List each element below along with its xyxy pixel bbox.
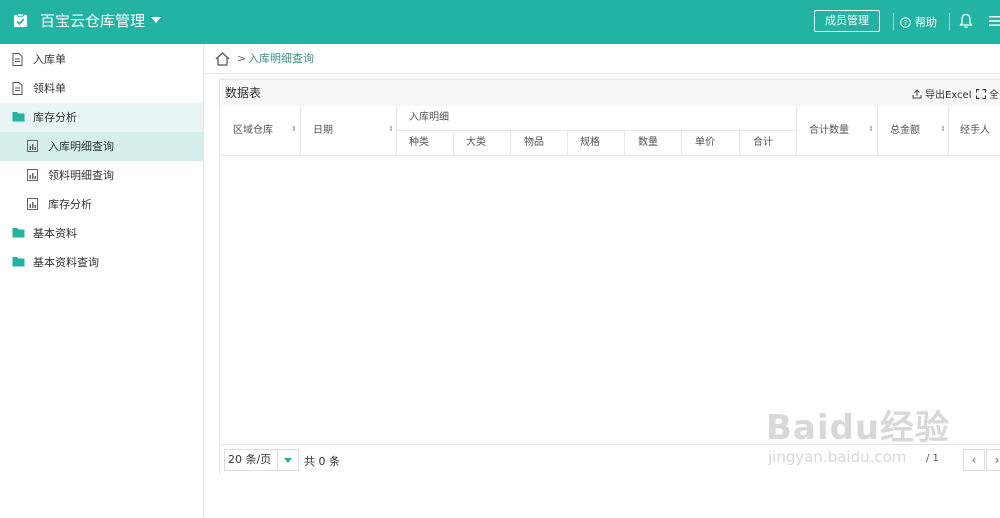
panel-title: 数据表 xyxy=(225,86,262,100)
fullscreen-label: 全 xyxy=(989,90,999,101)
pagination-bar: 20 条/页 共 0 条 / 1 ‹ › xyxy=(220,444,1000,475)
document-icon xyxy=(12,82,23,95)
column-header-date[interactable]: 日期 ⇕ xyxy=(301,106,397,156)
sidebar-item-label: 领料单 xyxy=(33,82,66,95)
page-size-value: 20 条/页 xyxy=(228,453,272,466)
divider xyxy=(893,13,894,30)
folder-icon xyxy=(12,257,25,267)
member-management-button[interactable]: 成员管理 xyxy=(814,10,880,32)
column-header-label: 合计数量 xyxy=(809,125,849,136)
column-header-category[interactable]: 大类 xyxy=(454,131,511,156)
sidebar-item-inventory-analysis-group[interactable]: 库存分析 xyxy=(0,103,203,132)
column-header-label: 种类 xyxy=(409,137,429,148)
fullscreen-button[interactable]: 全 xyxy=(976,86,999,101)
sidebar-item-label: 库存分析 xyxy=(48,198,92,211)
folder-icon xyxy=(12,112,25,122)
svg-text:?: ? xyxy=(904,18,908,27)
sidebar-item-label: 库存分析 xyxy=(33,111,77,124)
column-header-label: 经手人 xyxy=(960,125,990,136)
upload-icon xyxy=(912,88,922,98)
column-header-label: 物品 xyxy=(524,137,544,148)
clipboard-check-icon xyxy=(13,13,28,28)
sidebar-item-label: 基本资料查询 xyxy=(33,256,99,269)
sidebar: 入库单 领料单 库存分析 入库明细查询 领料明细查询 库存分析 基本资料 基本资… xyxy=(0,44,204,518)
breadcrumb-current[interactable]: 入库明细查询 xyxy=(248,52,314,66)
fullscreen-icon xyxy=(976,88,986,99)
chevron-right-icon: > xyxy=(237,52,247,65)
table-header: 区域仓库 ⇕ 日期 ⇕ 入库明细 种类 大类 物品 规格 数量 单价 合计 合计… xyxy=(220,106,1000,156)
column-header-label: 大类 xyxy=(466,137,486,148)
page-size-select[interactable]: 20 条/页 xyxy=(224,449,299,471)
column-header-quantity[interactable]: 数量 xyxy=(625,131,682,156)
column-header-unit-price[interactable]: 单价 xyxy=(682,131,740,156)
sidebar-item-label: 基本资料 xyxy=(33,227,77,240)
column-header-label: 单价 xyxy=(695,137,715,148)
folder-icon xyxy=(12,228,25,238)
total-count: 共 0 条 xyxy=(304,455,340,468)
export-excel-button[interactable]: 导出Excel xyxy=(912,86,972,101)
top-bar: 百宝云仓库管理 成员管理 ? 帮助 xyxy=(0,0,1000,44)
sort-icon[interactable]: ⇕ xyxy=(940,125,946,133)
caret-down-icon[interactable] xyxy=(150,14,162,26)
column-header-label: 区域仓库 xyxy=(233,125,273,136)
column-header-label: 规格 xyxy=(580,137,600,148)
column-header-kind[interactable]: 种类 xyxy=(397,131,454,156)
column-header-label: 日期 xyxy=(313,125,333,136)
report-icon xyxy=(27,198,38,210)
table-body-empty xyxy=(220,156,1000,444)
sort-icon[interactable]: ⇕ xyxy=(868,125,874,133)
column-group-inbound-detail: 入库明细 xyxy=(397,106,797,131)
bell-icon[interactable] xyxy=(959,13,973,29)
data-table-panel: 数据表 导出Excel 全 区域仓库 ⇕ 日期 ⇕ 入库明细 种类 大类 物品 … xyxy=(219,79,1000,475)
breadcrumb: > 入库明细查询 xyxy=(204,44,1000,74)
column-header-handler[interactable]: 经手人 xyxy=(949,106,1000,156)
column-header-label: 合计 xyxy=(753,137,773,148)
sidebar-item-basic-data-query[interactable]: 基本资料查询 xyxy=(0,248,203,277)
report-icon xyxy=(27,140,38,152)
sidebar-item-requisition-order[interactable]: 领料单 xyxy=(0,74,203,103)
column-group-label: 入库明细 xyxy=(409,112,449,123)
sidebar-item-inbound-order[interactable]: 入库单 xyxy=(0,45,203,74)
column-header-total-amount[interactable]: 总金额 ⇕ xyxy=(878,106,949,156)
sidebar-item-label: 领料明细查询 xyxy=(48,169,114,182)
column-header-label: 数量 xyxy=(638,137,658,148)
prev-page-button[interactable]: ‹ xyxy=(963,449,985,471)
help-circle-icon: ? xyxy=(900,16,911,28)
column-header-subtotal[interactable]: 合计 xyxy=(740,131,797,156)
app-title: 百宝云仓库管理 xyxy=(40,12,146,30)
column-header-warehouse[interactable]: 区域仓库 ⇕ xyxy=(220,106,301,156)
document-icon xyxy=(12,53,23,66)
column-header-total-quantity[interactable]: 合计数量 ⇕ xyxy=(797,106,878,156)
sort-icon[interactable]: ⇕ xyxy=(291,125,297,133)
sidebar-item-inventory-analysis[interactable]: 库存分析 xyxy=(0,190,203,219)
sort-icon[interactable]: ⇕ xyxy=(388,125,394,133)
divider xyxy=(949,13,950,30)
sidebar-item-basic-data[interactable]: 基本资料 xyxy=(0,219,203,248)
report-icon xyxy=(27,169,38,181)
sidebar-item-label: 入库明细查询 xyxy=(48,140,114,153)
export-excel-label: 导出Excel xyxy=(925,90,972,101)
home-icon[interactable] xyxy=(215,52,230,66)
menu-icon[interactable] xyxy=(989,15,1000,27)
sidebar-item-inbound-detail-query[interactable]: 入库明细查询 xyxy=(0,132,203,161)
help-label: 帮助 xyxy=(915,16,937,29)
page-info: / 1 xyxy=(926,453,939,464)
column-header-item[interactable]: 物品 xyxy=(511,131,568,156)
next-page-button[interactable]: › xyxy=(986,449,1000,471)
panel-header: 数据表 导出Excel 全 xyxy=(220,80,1000,106)
sidebar-item-label: 入库单 xyxy=(33,53,66,66)
column-header-label: 总金额 xyxy=(890,125,920,136)
help-button[interactable]: ? 帮助 xyxy=(900,14,937,30)
column-header-spec[interactable]: 规格 xyxy=(568,131,625,156)
sidebar-item-requisition-detail-query[interactable]: 领料明细查询 xyxy=(0,161,203,190)
dropdown-arrow-icon[interactable] xyxy=(277,450,298,470)
